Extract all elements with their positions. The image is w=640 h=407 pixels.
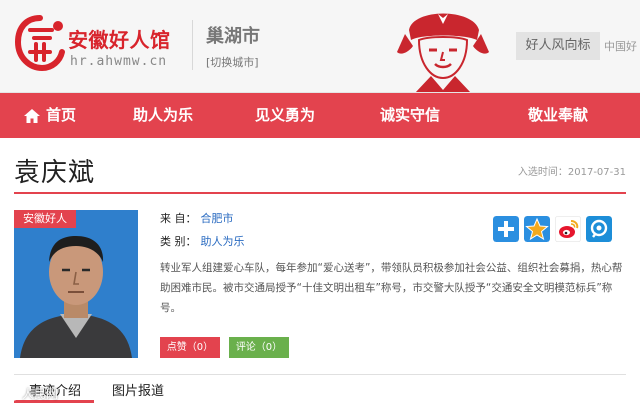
- like-button[interactable]: 点赞（0）: [160, 337, 220, 358]
- person-description: 转业军人组建爱心车队，每年参加“爱心送考”，带领队员积极参加社会公益、组织社会募…: [160, 262, 623, 314]
- plus-share-icon[interactable]: [493, 216, 519, 242]
- photo-badge: 安徽好人: [14, 210, 76, 228]
- people-daily-watermark-icon: [6, 387, 20, 401]
- haoren-logo-icon[interactable]: [12, 14, 68, 74]
- page-title: 袁庆斌: [14, 158, 96, 188]
- category-label: 类 别：: [160, 235, 197, 248]
- site-url: hr.ahwmw.cn: [70, 54, 168, 69]
- title-divider: [14, 192, 626, 194]
- tab-photo-reports[interactable]: 图片报道: [112, 380, 164, 399]
- nav-item-helping-others[interactable]: 助人为乐: [100, 93, 226, 138]
- portrait-image: [14, 210, 138, 358]
- origin-link[interactable]: 合肥市: [201, 212, 234, 225]
- person-photo: [14, 210, 138, 358]
- promo-tab-next[interactable]: 中国好: [604, 38, 637, 54]
- comment-button[interactable]: 评论（0）: [229, 337, 289, 358]
- watermark: 人民网: [22, 387, 59, 401]
- category-link[interactable]: 助人为乐: [201, 235, 245, 248]
- nav-item-honesty[interactable]: 诚实守信: [344, 93, 476, 138]
- main-nav: 首页 助人为乐 见义勇为 诚实守信 敬业奉献: [0, 93, 640, 138]
- qzone-star-icon[interactable]: [524, 216, 550, 242]
- nav-home-label: 首页: [45, 106, 76, 124]
- current-city: 巢湖市: [206, 26, 260, 47]
- hero-portrait-illustration: [397, 13, 489, 92]
- site-title[interactable]: 安徽好人馆: [68, 24, 171, 53]
- promo-tab[interactable]: 好人风向标: [516, 32, 600, 60]
- origin-label: 来 自：: [160, 212, 197, 225]
- selection-date: 入选时间：2017-07-31: [517, 167, 626, 178]
- category-row: 类 别： 助人为乐: [160, 233, 245, 249]
- nav-home[interactable]: 首页: [0, 93, 100, 138]
- switch-city-link[interactable]: [切换城市]: [206, 54, 259, 70]
- origin-row: 来 自： 合肥市: [160, 210, 234, 226]
- header-divider: [192, 20, 193, 70]
- nav-item-dedication[interactable]: 敬业奉献: [476, 93, 640, 138]
- nav-item-bravery[interactable]: 见义勇为: [226, 93, 344, 138]
- weibo-icon[interactable]: [555, 216, 581, 242]
- tabs-divider: [14, 374, 626, 375]
- tencent-weibo-icon[interactable]: [586, 216, 612, 242]
- site-header: 安徽好人馆 hr.ahwmw.cn 巢湖市 [切换城市] 好人风向标 中国好: [0, 0, 640, 93]
- home-icon: [23, 108, 40, 123]
